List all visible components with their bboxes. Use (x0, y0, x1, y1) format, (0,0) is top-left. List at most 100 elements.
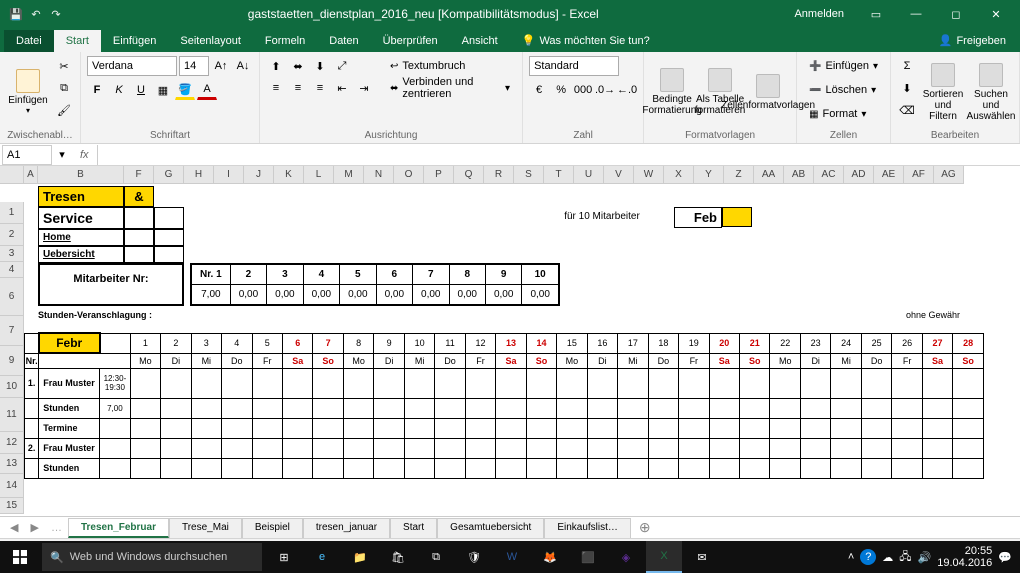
cal-cell-1-5[interactable] (282, 398, 312, 418)
row-header-4[interactable]: 4 (0, 262, 24, 278)
cal-cell-0-6[interactable] (313, 368, 343, 398)
cal-cell-1-3[interactable] (222, 398, 252, 418)
cal-cell-1-26[interactable] (922, 398, 952, 418)
col-header-H[interactable]: H (184, 166, 214, 184)
emp-nr-4[interactable]: 4 (303, 264, 339, 285)
italic-icon[interactable]: K (109, 80, 129, 100)
cal-cell-4-20[interactable] (740, 458, 770, 478)
cal-cell-4-14[interactable] (557, 458, 587, 478)
cal-cell-2-24[interactable] (861, 418, 891, 438)
select-all-corner[interactable] (0, 166, 24, 184)
cal-day-20[interactable]: 20 (709, 333, 739, 353)
cal-cell-4-22[interactable] (800, 458, 830, 478)
cal-day-28[interactable]: 28 (953, 333, 984, 353)
cal-day-27[interactable]: 27 (922, 333, 952, 353)
cal-cell-4-23[interactable] (831, 458, 861, 478)
col-header-J[interactable]: J (244, 166, 274, 184)
cal-cell-0-22[interactable] (800, 368, 830, 398)
decrease-font-icon[interactable]: A↓ (233, 56, 253, 76)
cell-month-yellow[interactable] (722, 207, 752, 227)
font-size-select[interactable]: 14 (179, 56, 209, 76)
cal-cell-0-2[interactable] (191, 368, 221, 398)
cal-cell-3-25[interactable] (892, 438, 922, 458)
emp-hours-1[interactable]: 7,00 (191, 285, 230, 306)
cal-cell-0-12[interactable] (496, 368, 526, 398)
cal-row-nr-4[interactable] (25, 458, 39, 478)
col-header-U[interactable]: U (574, 166, 604, 184)
insert-cells-button[interactable]: ➕ Einfügen ▾ (803, 56, 884, 76)
save-icon[interactable]: 💾 (8, 6, 24, 22)
cal-cell-0-4[interactable] (252, 368, 282, 398)
cal-cell-3-18[interactable] (679, 438, 709, 458)
taskbar-clock[interactable]: 20:55 19.04.2016 (937, 545, 992, 569)
underline-icon[interactable]: U (131, 80, 151, 100)
cal-cell-2-2[interactable] (191, 418, 221, 438)
tab-view[interactable]: Ansicht (450, 30, 510, 52)
cal-cell-0-23[interactable] (831, 368, 861, 398)
cal-cell-4-21[interactable] (770, 458, 800, 478)
cal-cell-1-17[interactable] (648, 398, 678, 418)
security-icon[interactable]: 🛡 (456, 541, 492, 573)
increase-font-icon[interactable]: A↑ (211, 56, 231, 76)
cal-cell-1-21[interactable] (770, 398, 800, 418)
cal-day-9[interactable]: 9 (374, 333, 404, 353)
undo-icon[interactable]: ↶ (28, 6, 44, 22)
network-icon[interactable]: 🖧 (899, 548, 911, 567)
worksheet-area[interactable]: ABFGHIJKLMNOPQRSTUVWXYZAAABACADAEAFAG 12… (0, 166, 1020, 516)
cal-row-shift-4[interactable] (100, 458, 130, 478)
col-header-T[interactable]: T (544, 166, 574, 184)
row-header-6[interactable]: 6 (0, 278, 24, 316)
cal-cell-0-18[interactable] (679, 368, 709, 398)
emp-hours-10[interactable]: 0,00 (522, 285, 559, 306)
cal-cell-2-5[interactable] (282, 418, 312, 438)
cal-cell-2-27[interactable] (953, 418, 984, 438)
cal-cell-4-17[interactable] (648, 458, 678, 478)
cal-day-16[interactable]: 16 (587, 333, 617, 353)
cal-cell-3-13[interactable] (526, 438, 556, 458)
cal-cell-1-9[interactable] (404, 398, 434, 418)
col-header-N[interactable]: N (364, 166, 394, 184)
thousands-icon[interactable]: 000 (573, 80, 593, 100)
tab-start[interactable]: Start (54, 30, 101, 52)
ribbon-options-icon[interactable]: ▭ (856, 0, 896, 28)
cal-cell-2-20[interactable] (740, 418, 770, 438)
bold-icon[interactable]: F (87, 80, 107, 100)
cal-cell-4-13[interactable] (526, 458, 556, 478)
cal-cell-3-26[interactable] (922, 438, 952, 458)
cal-day-6[interactable]: 6 (282, 333, 312, 353)
cal-cell-2-21[interactable] (770, 418, 800, 438)
cal-row-shift-2[interactable] (100, 418, 130, 438)
cal-cell-2-18[interactable] (679, 418, 709, 438)
delete-cells-button[interactable]: ➖ Löschen ▾ (803, 80, 884, 100)
cal-cell-0-20[interactable] (740, 368, 770, 398)
row-header-11[interactable]: 11 (0, 398, 24, 432)
row-header-14[interactable]: 14 (0, 474, 24, 498)
cal-cell-0-9[interactable] (404, 368, 434, 398)
cal-cell-0-5[interactable] (282, 368, 312, 398)
cell-month[interactable]: Feb (674, 207, 722, 228)
cal-cell-3-14[interactable] (557, 438, 587, 458)
maximize-icon[interactable]: ◻ (936, 0, 976, 28)
decimal-dec-icon[interactable]: ←.0 (617, 80, 637, 100)
indent-dec-icon[interactable]: ⇤ (332, 78, 352, 98)
col-header-Q[interactable]: Q (454, 166, 484, 184)
row-header-3[interactable]: 3 (0, 246, 24, 262)
cal-cell-4-10[interactable] (435, 458, 465, 478)
emp-nr-7[interactable]: 7 (413, 264, 449, 285)
cal-cell-1-14[interactable] (557, 398, 587, 418)
cal-row-name-2[interactable]: Termine (39, 418, 100, 438)
orientation-icon[interactable]: ⤢ (332, 56, 352, 76)
emp-nr-3[interactable]: 3 (267, 264, 303, 285)
number-format-select[interactable]: Standard (529, 56, 619, 76)
cal-cell-4-16[interactable] (618, 458, 648, 478)
cal-cell-0-7[interactable] (343, 368, 373, 398)
conditional-formatting-button[interactable]: Bedingte Formatierung (650, 56, 694, 128)
cal-row-nr-2[interactable] (25, 418, 39, 438)
cal-cell-3-27[interactable] (953, 438, 984, 458)
cal-cell-0-27[interactable] (953, 368, 984, 398)
cal-cell-0-8[interactable] (374, 368, 404, 398)
emp-hours-5[interactable]: 0,00 (340, 285, 376, 306)
align-center-icon[interactable]: ≡ (288, 78, 308, 98)
word-icon[interactable]: W (494, 541, 530, 573)
cal-cell-4-0[interactable] (130, 458, 160, 478)
